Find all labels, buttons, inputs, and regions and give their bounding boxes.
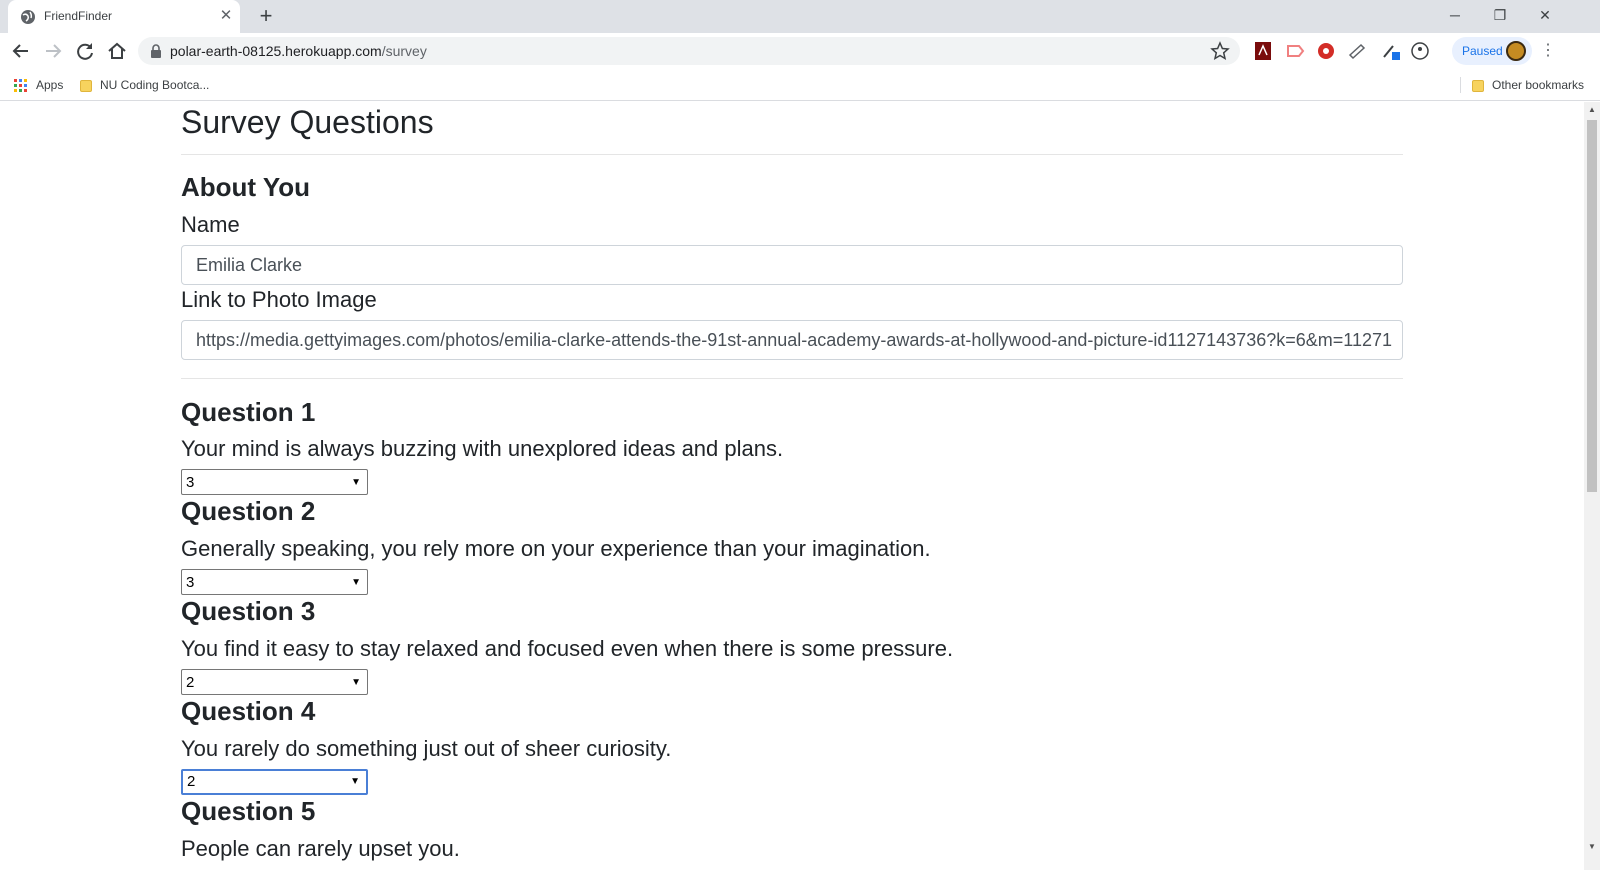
- globe-icon: [21, 10, 35, 24]
- question-3-select[interactable]: 2 ▼: [181, 669, 368, 695]
- question-2-value: 3: [186, 574, 195, 591]
- minimize-button[interactable]: ─: [1440, 3, 1470, 27]
- bookmarks-divider: [1460, 77, 1461, 93]
- bookmark-nu-coding[interactable]: NU Coding Bootca...: [80, 75, 209, 95]
- apps-grid-icon: [14, 78, 27, 92]
- folder-icon: [80, 79, 92, 92]
- profile-button[interactable]: Paused: [1452, 37, 1532, 65]
- browser-tab[interactable]: FriendFinder ✕: [8, 0, 240, 33]
- dropdown-arrow-icon: ▼: [350, 776, 360, 787]
- bookmark-nu-coding-label: NU Coding Bootca...: [100, 78, 210, 92]
- question-2-select[interactable]: 3 ▼: [181, 569, 368, 595]
- close-window-button[interactable]: ✕: [1530, 3, 1560, 27]
- cast-extension-icon[interactable]: [1285, 41, 1305, 61]
- divider: [181, 154, 1403, 155]
- address-bar[interactable]: polar-earth-08125.herokuapp.com/survey: [138, 37, 1240, 65]
- bookmark-apps[interactable]: Apps: [14, 75, 63, 95]
- lastpass-extension-icon[interactable]: [1316, 41, 1336, 61]
- pdf-extension-icon[interactable]: [1253, 41, 1273, 61]
- question-5-text: People can rarely upset you.: [181, 836, 460, 861]
- home-icon[interactable]: [105, 39, 129, 63]
- question-1-title: Question 1: [181, 397, 316, 427]
- name-label: Name: [181, 212, 240, 237]
- avatar: [1506, 41, 1526, 61]
- back-arrow-icon[interactable]: [9, 39, 33, 63]
- photo-label: Link to Photo Image: [181, 287, 377, 312]
- bookmarks-bar: Apps NU Coding Bootca... Other bookmarks: [0, 69, 1600, 101]
- dropdown-arrow-icon: ▼: [351, 577, 361, 588]
- about-heading: About You: [181, 172, 311, 202]
- forward-arrow-icon[interactable]: [41, 39, 65, 63]
- page-viewport: Survey Questions About You Name Emilia C…: [0, 102, 1584, 870]
- tab-title: FriendFinder: [44, 9, 113, 23]
- bookmark-star-icon[interactable]: [1210, 41, 1230, 61]
- question-4-value: 2: [187, 773, 196, 790]
- scroll-up-arrow-icon[interactable]: ▲: [1588, 105, 1596, 115]
- more-menu-icon[interactable]: ⋮: [1540, 41, 1556, 61]
- question-2-title: Question 2: [181, 496, 316, 526]
- divider: [181, 378, 1403, 379]
- question-2-text: Generally speaking, you rely more on you…: [181, 536, 931, 561]
- folder-icon: [1472, 79, 1484, 92]
- question-3-value: 2: [186, 674, 195, 691]
- url-text: polar-earth-08125.herokuapp.com/survey: [170, 43, 427, 59]
- bookmark-apps-label: Apps: [36, 78, 64, 92]
- browser-toolbar: polar-earth-08125.herokuapp.com/survey P…: [0, 33, 1600, 69]
- lock-icon: [151, 44, 161, 58]
- pencil-extension-icon[interactable]: [1347, 41, 1367, 61]
- scroll-thumb[interactable]: [1587, 120, 1597, 492]
- question-1-select[interactable]: 3 ▼: [181, 469, 368, 495]
- profile-status: Paused: [1462, 44, 1503, 58]
- accessibility-extension-icon[interactable]: [1410, 41, 1430, 61]
- question-4-select[interactable]: 2 ▼: [181, 769, 368, 795]
- page-scrollbar[interactable]: ▲ ▼: [1584, 102, 1600, 870]
- question-1-value: 3: [186, 474, 195, 491]
- question-4-text: You rarely do something just out of shee…: [181, 736, 672, 761]
- page-title: Survey Questions: [181, 104, 434, 140]
- name-input[interactable]: Emilia Clarke: [181, 245, 1403, 285]
- question-1-text: Your mind is always buzzing with unexplo…: [181, 436, 784, 461]
- photo-url-input[interactable]: https://media.gettyimages.com/photos/emi…: [181, 320, 1403, 360]
- question-3-title: Question 3: [181, 596, 316, 626]
- reload-icon[interactable]: [73, 39, 97, 63]
- eyedropper-extension-icon[interactable]: [1380, 41, 1400, 61]
- dropdown-arrow-icon: ▼: [351, 477, 361, 488]
- restore-button[interactable]: ❐: [1485, 3, 1515, 27]
- question-5-title: Question 5: [181, 796, 316, 826]
- scroll-down-arrow-icon[interactable]: ▼: [1588, 842, 1596, 852]
- new-tab-button[interactable]: +: [256, 5, 276, 27]
- bookmark-other[interactable]: Other bookmarks: [1472, 75, 1584, 95]
- tab-strip: FriendFinder ✕ + ─ ❐ ✕: [0, 0, 1600, 33]
- bookmark-other-label: Other bookmarks: [1492, 78, 1585, 92]
- question-3-text: You find it easy to stay relaxed and foc…: [181, 636, 954, 661]
- close-tab-icon[interactable]: ✕: [218, 8, 234, 24]
- question-4-title: Question 4: [181, 696, 316, 726]
- dropdown-arrow-icon: ▼: [351, 677, 361, 688]
